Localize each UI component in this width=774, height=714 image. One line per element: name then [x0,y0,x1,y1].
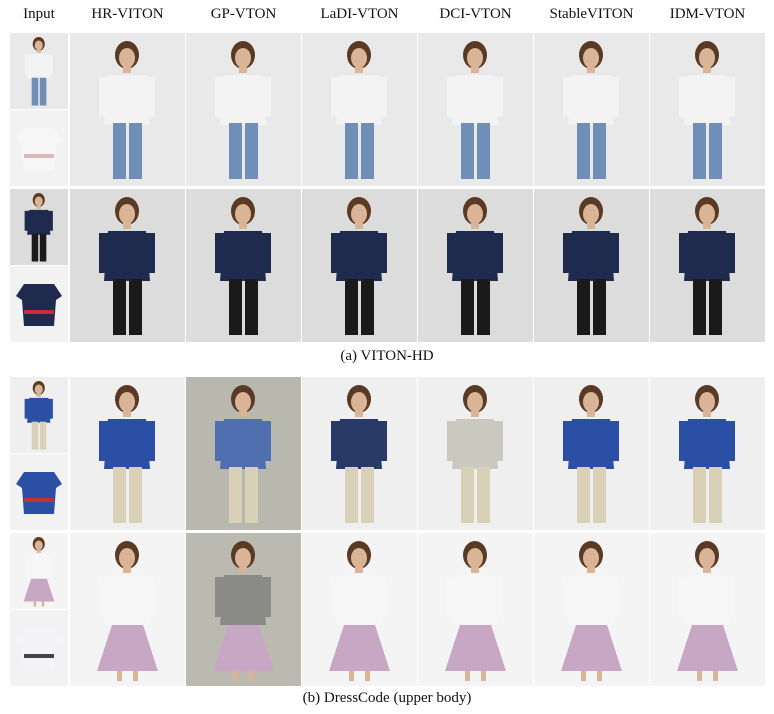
tryon-result-image [650,33,765,186]
tryon-result-image [70,533,185,686]
tryon-result-image [534,377,649,530]
tryon-result-image [70,189,185,342]
tryon-result-image [534,189,649,342]
header-input: Input [23,6,55,22]
tryon-result-image [650,189,765,342]
tryon-result-image [70,33,185,186]
header-gp-vton: GP-VTON [210,6,277,22]
header-hr-viton: HR-VITON [91,6,164,22]
tryon-result-image [302,189,417,342]
header-ladi-vton: LaDI-VTON [320,6,399,22]
header-idm-vton: IDM-VTON [669,6,746,22]
header-dci-vton: DCI-VTON [439,6,512,22]
input-person-image [10,33,68,109]
tryon-result-image [186,33,301,186]
tryon-result-image [302,377,417,530]
tryon-result-image [418,189,533,342]
tryon-result-image [418,33,533,186]
tryon-result-image [70,377,185,530]
input-garment-image [10,110,68,186]
tryon-result-image [534,533,649,686]
tryon-result-image [418,533,533,686]
input-garment-image [10,610,68,686]
tryon-result-image [186,377,301,530]
tryon-result-image [650,533,765,686]
tryon-result-image [186,189,301,342]
header-stableviton: StableVITON [549,6,634,22]
input-person-image [10,377,68,453]
tryon-result-image [186,533,301,686]
tryon-result-image [418,377,533,530]
caption-dresscode: (b) DressCode (upper body) [302,690,472,706]
tryon-result-image [302,533,417,686]
tryon-result-image [650,377,765,530]
input-garment-image [10,454,68,530]
input-garment-image [10,266,68,342]
tryon-result-image [534,33,649,186]
input-person-image [10,189,68,265]
input-person-image [10,533,68,609]
caption-viton-hd: (a) VITON-HD [340,348,434,364]
tryon-result-image [302,33,417,186]
